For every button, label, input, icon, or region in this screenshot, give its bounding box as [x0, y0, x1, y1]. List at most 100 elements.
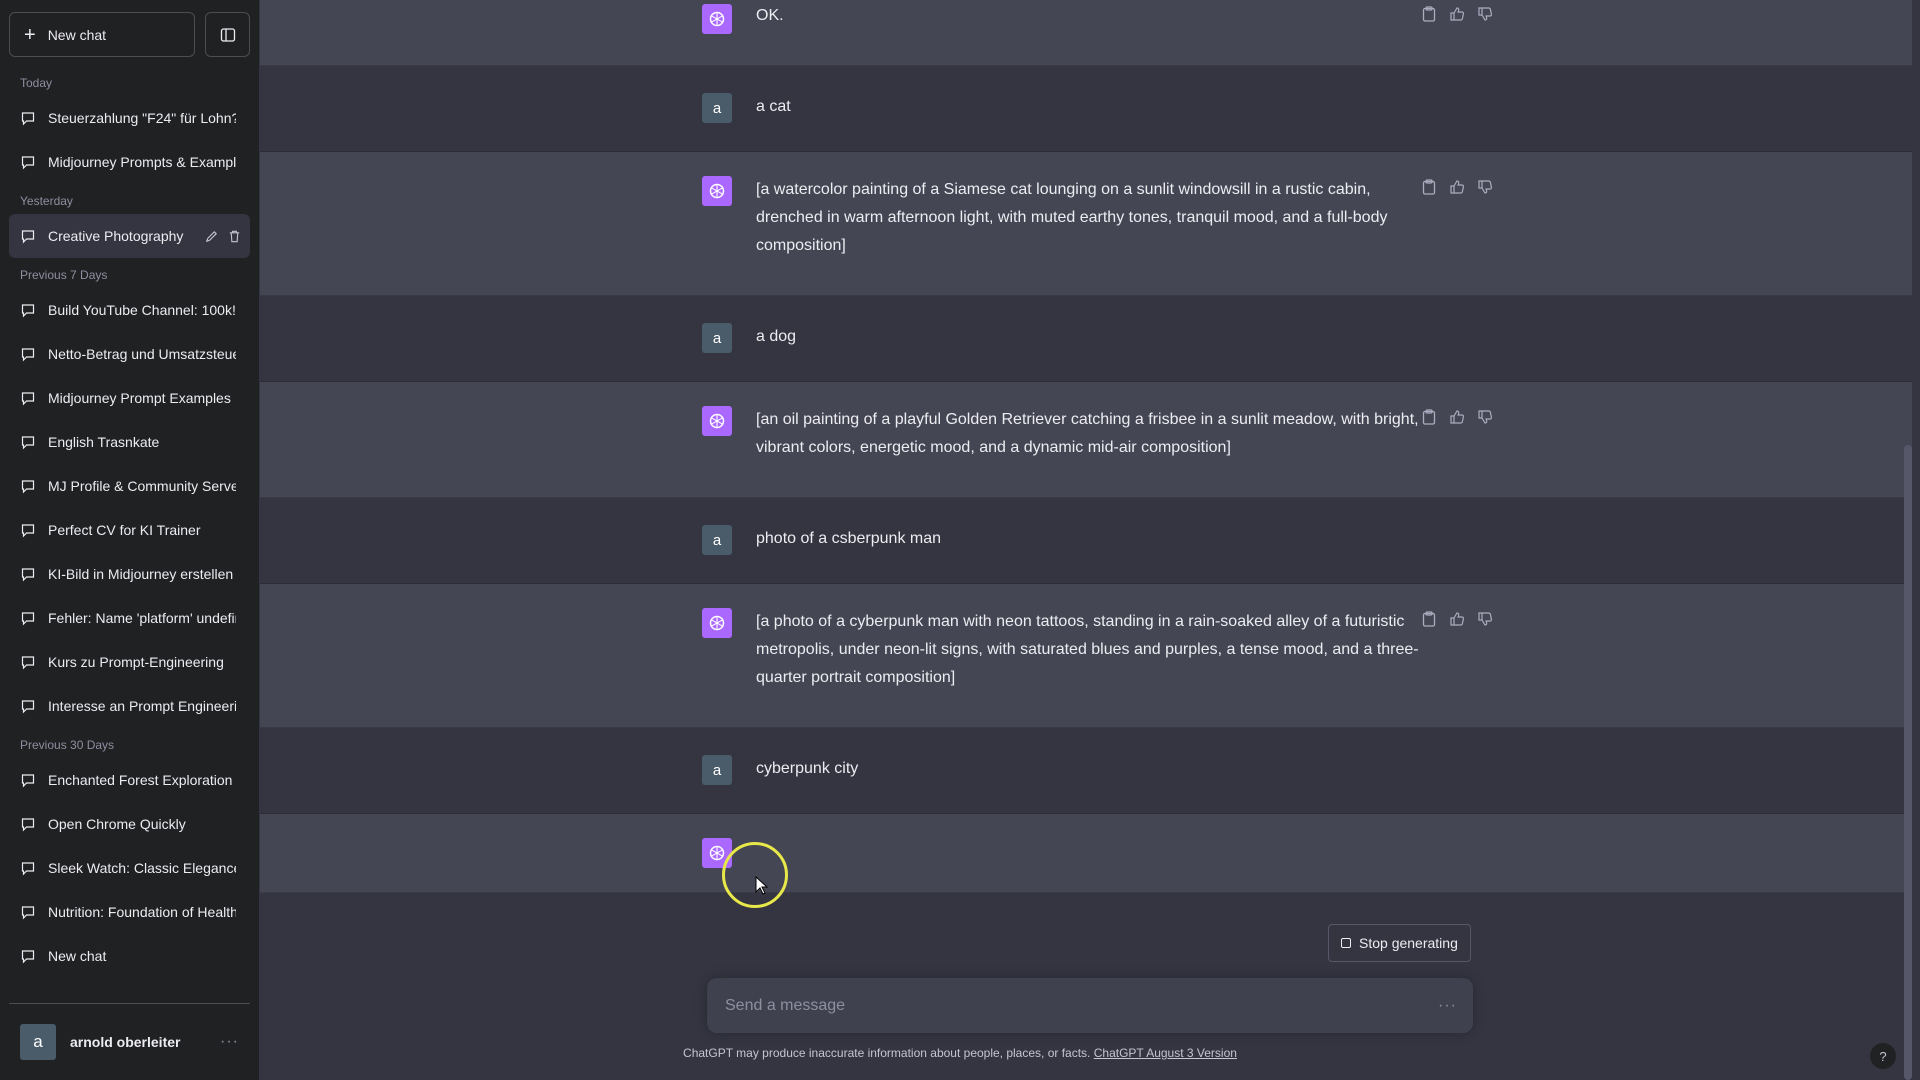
- footer-disclaimer: ChatGPT may produce inaccurate informati…: [0, 1046, 1920, 1060]
- history-item[interactable]: Nutrition: Foundation of Health: [9, 890, 250, 934]
- pencil-icon[interactable]: [204, 229, 219, 244]
- message-icon: [21, 906, 35, 920]
- loading-dots-icon: ···: [1438, 996, 1457, 1014]
- message-icon: [21, 156, 35, 170]
- history-item[interactable]: Fehler: Name 'platform' undefined: [9, 596, 250, 640]
- user-avatar: a: [702, 755, 732, 785]
- message-icon: [21, 436, 35, 450]
- message-icon: [21, 656, 35, 670]
- new-chat-label: New chat: [47, 26, 107, 43]
- history-item-label: Midjourney Prompt Examples: [48, 390, 231, 406]
- assistant-avatar: [702, 608, 732, 638]
- history-item[interactable]: Steuerzahlung "F24" für Lohn?: [9, 96, 250, 140]
- stop-generating-button[interactable]: Stop generating: [1328, 924, 1471, 962]
- user-message: a photo of a csberpunk man: [260, 498, 1912, 584]
- version-link[interactable]: ChatGPT August 3 Version: [1094, 1046, 1237, 1060]
- history-item-label: Build YouTube Channel: 100k!: [48, 302, 236, 318]
- history-item-label: Kurs zu Prompt-Engineering: [48, 654, 224, 670]
- history-item-label: Interesse an Prompt Engineering: [48, 698, 236, 714]
- history-item-label: Fehler: Name 'platform' undefined: [48, 610, 236, 626]
- message-actions: [1420, 178, 1494, 196]
- user-message: a a dog: [260, 296, 1912, 382]
- history-item[interactable]: Midjourney Prompts & Examples: [9, 140, 250, 184]
- message-text: OK.: [756, 7, 784, 24]
- clipboard-icon[interactable]: [1420, 5, 1438, 23]
- message-icon: [21, 568, 35, 582]
- history-item[interactable]: Netto-Betrag und Umsatzsteuer: [9, 332, 250, 376]
- thumbs-down-icon[interactable]: [1476, 408, 1494, 426]
- history-item[interactable]: Midjourney Prompt Examples: [9, 376, 250, 420]
- thumbs-down-icon[interactable]: [1476, 178, 1494, 196]
- message-composer: ···: [707, 978, 1473, 1033]
- history-item[interactable]: Open Chrome Quickly: [9, 802, 250, 846]
- message-icon: [21, 392, 35, 406]
- message-icon: [21, 304, 35, 318]
- thumbs-up-icon[interactable]: [1448, 408, 1466, 426]
- user-message: a cyberpunk city: [260, 728, 1912, 814]
- sidebar-toggle-button[interactable]: [205, 12, 250, 57]
- message-actions: [1420, 5, 1494, 23]
- sidebar-toggle-icon: [220, 27, 235, 42]
- thumbs-up-icon[interactable]: [1448, 5, 1466, 23]
- history-item-label: Netto-Betrag und Umsatzsteuer: [48, 346, 236, 362]
- openai-logo-icon: [709, 413, 725, 429]
- help-button[interactable]: ?: [1870, 1043, 1896, 1069]
- assistant-avatar: [702, 4, 732, 34]
- assistant-avatar: [702, 406, 732, 436]
- thumbs-down-icon[interactable]: [1476, 5, 1494, 23]
- sidebar-top: + New chat: [9, 12, 250, 57]
- message-input[interactable]: [723, 995, 1439, 1016]
- chat-scrollbar[interactable]: [1904, 445, 1912, 1080]
- stop-generating-label: Stop generating: [1359, 935, 1458, 951]
- history-item-label: Midjourney Prompts & Examples: [48, 154, 236, 170]
- thumbs-down-icon[interactable]: [1476, 610, 1494, 628]
- sidebar: + New chat Today Steuerzahlung "F24" für…: [0, 0, 259, 1080]
- message-icon: [21, 480, 35, 494]
- history-item-actions: [204, 214, 242, 258]
- clipboard-icon[interactable]: [1420, 408, 1438, 426]
- assistant-message: [an oil painting of a playful Golden Ret…: [260, 382, 1912, 498]
- cursor-highlight: [722, 842, 788, 908]
- thumbs-up-icon[interactable]: [1448, 610, 1466, 628]
- message-text: photo of a csberpunk man: [756, 530, 942, 547]
- message-icon: [21, 862, 35, 876]
- thumbs-up-icon[interactable]: [1448, 178, 1466, 196]
- message-icon: [21, 348, 35, 362]
- history-item[interactable]: New chat: [9, 934, 250, 978]
- history-item[interactable]: Interesse an Prompt Engineering: [9, 684, 250, 728]
- message-text: cyberpunk city: [756, 760, 859, 777]
- message-icon: [21, 950, 35, 964]
- chat-main: OK. a a cat [a watercolor painting of a …: [260, 0, 1912, 1080]
- assistant-avatar: [702, 176, 732, 206]
- assistant-message-generating: [260, 814, 1912, 893]
- clipboard-icon[interactable]: [1420, 610, 1438, 628]
- history-item[interactable]: Build YouTube Channel: 100k!: [9, 288, 250, 332]
- history-item[interactable]: Perfect CV for KI Trainer: [9, 508, 250, 552]
- section-heading: Previous 7 Days: [20, 268, 108, 282]
- new-chat-button[interactable]: + New chat: [9, 12, 195, 57]
- history-item-label: Nutrition: Foundation of Health: [48, 904, 236, 920]
- assistant-message: OK.: [260, 0, 1912, 66]
- history-item-label: New chat: [48, 948, 107, 964]
- clipboard-icon[interactable]: [1420, 178, 1438, 196]
- history-item-active[interactable]: Creative Photography Ideas: [9, 214, 250, 258]
- message-icon: [21, 112, 35, 126]
- history-item[interactable]: MJ Profile & Community Server: [9, 464, 250, 508]
- user-menu-button[interactable]: a arnold oberleiter ···: [9, 1003, 250, 1080]
- stop-square-icon: [1341, 938, 1351, 948]
- user-message: a a cat: [260, 66, 1912, 152]
- history-item[interactable]: Enchanted Forest Exploration: [9, 758, 250, 802]
- trash-icon[interactable]: [227, 229, 242, 244]
- history-item-label: MJ Profile & Community Server: [48, 478, 236, 494]
- history-item-label: Perfect CV for KI Trainer: [48, 522, 201, 538]
- openai-logo-icon: [709, 845, 725, 861]
- openai-logo-icon: [709, 615, 725, 631]
- plus-icon: +: [24, 23, 36, 46]
- message-text: [a watercolor painting of a Siamese cat …: [756, 181, 1388, 254]
- history-item[interactable]: Kurs zu Prompt-Engineering: [9, 640, 250, 684]
- history-item[interactable]: KI-Bild in Midjourney erstellen: [9, 552, 250, 596]
- history-item-label: KI-Bild in Midjourney erstellen: [48, 566, 234, 582]
- history-item[interactable]: Sleek Watch: Classic Elegance: [9, 846, 250, 890]
- history-item-label: Steuerzahlung "F24" für Lohn?: [48, 110, 236, 126]
- history-item[interactable]: English Trasnkate: [9, 420, 250, 464]
